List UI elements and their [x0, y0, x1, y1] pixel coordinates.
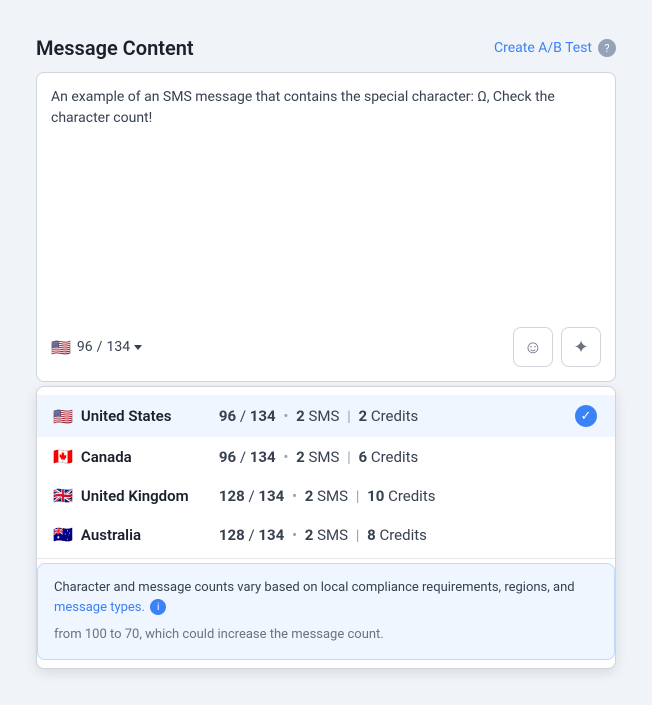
au-country-name: Australia [81, 526, 211, 544]
list-item[interactable]: 🇺🇸 United States 96 / 134 • 2 SMS | 2 Cr… [37, 395, 615, 437]
list-item[interactable]: 🇦🇺 Australia 128 / 134 • 2 SMS | 8 Credi… [37, 515, 615, 554]
help-icon[interactable]: ? [598, 39, 616, 57]
char-count-button[interactable]: 96 / 134 [77, 339, 142, 355]
uk-stats: 128 / 134 • 2 SMS | 10 Credits [219, 487, 436, 505]
au-flag: 🇦🇺 [53, 525, 73, 544]
info-box: Character and message counts vary based … [37, 563, 615, 660]
message-box: 🇺🇸 96 / 134 ☺ ✦ [36, 72, 616, 382]
uk-flag: 🇬🇧 [53, 486, 73, 505]
info-link[interactable]: message types. [54, 600, 145, 615]
dropdown-divider [37, 558, 615, 559]
ca-country-name: Canada [81, 448, 211, 466]
uk-country-name: United Kingdom [81, 487, 211, 505]
emoji-icon: ☺ [524, 337, 542, 358]
list-item[interactable]: 🇬🇧 United Kingdom 128 / 134 • 2 SMS | 10… [37, 476, 615, 515]
message-footer: 🇺🇸 96 / 134 ☺ ✦ [51, 319, 601, 367]
char-separator: / [97, 339, 103, 355]
info-icon: i [150, 599, 166, 615]
chevron-down-icon [134, 345, 142, 350]
page-title: Message Content [36, 36, 194, 60]
us-stats: 96 / 134 • 2 SMS | 2 Credits [219, 407, 418, 425]
create-ab-link[interactable]: Create A/B Test [494, 40, 592, 56]
message-textarea[interactable] [51, 87, 601, 307]
page-container: Message Content Create A/B Test ? 🇺🇸 96 … [20, 20, 632, 685]
section-header: Message Content Create A/B Test ? [36, 36, 616, 60]
info-faded-text: from 100 to 70, which could increase the… [54, 625, 598, 645]
au-stats: 128 / 134 • 2 SMS | 8 Credits [219, 526, 427, 544]
us-country-name: United States [81, 407, 211, 425]
emoji-button[interactable]: ☺ [513, 327, 553, 367]
char-count-area: 🇺🇸 96 / 134 [51, 338, 142, 357]
char-max: 134 [106, 339, 130, 355]
country-dropdown: 🇺🇸 United States 96 / 134 • 2 SMS | 2 Cr… [36, 386, 616, 669]
sparkle-icon: ✦ [573, 337, 588, 358]
char-current: 96 [77, 339, 93, 355]
us-flag: 🇺🇸 [53, 407, 73, 426]
ca-stats: 96 / 134 • 2 SMS | 6 Credits [219, 448, 418, 466]
list-item[interactable]: 🇨🇦 Canada 96 / 134 • 2 SMS | 6 Credits [37, 437, 615, 476]
icon-buttons: ☺ ✦ [513, 327, 601, 367]
info-description: Character and message counts vary based … [54, 580, 575, 595]
sparkle-button[interactable]: ✦ [561, 327, 601, 367]
header-actions: Create A/B Test ? [494, 39, 616, 57]
selected-checkmark: ✓ [575, 405, 597, 427]
country-flag: 🇺🇸 [51, 338, 71, 357]
ca-flag: 🇨🇦 [53, 447, 73, 466]
